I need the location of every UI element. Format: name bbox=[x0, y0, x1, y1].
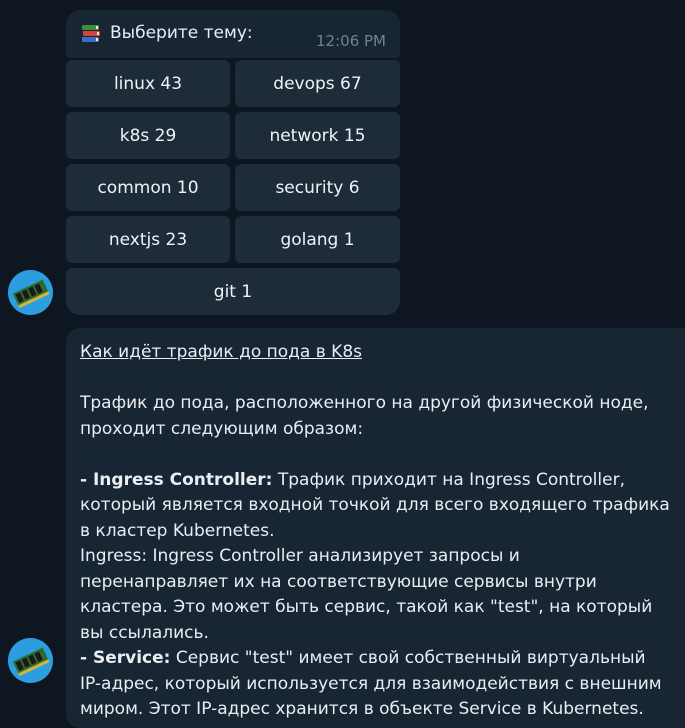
topic-button-golang[interactable]: golang 1 bbox=[235, 216, 400, 263]
topic-button-git[interactable]: git 1 bbox=[66, 268, 400, 315]
intro-paragraph: Трафик до пода, расположенного на другой… bbox=[80, 391, 670, 442]
message-heading-link[interactable]: Как идёт трафик до пода в K8s bbox=[80, 340, 670, 366]
topic-button-common[interactable]: common 10 bbox=[66, 164, 230, 211]
message-bubble-k8s-traffic: Как идёт трафик до пода в K8s Трафик до … bbox=[66, 328, 685, 728]
bot-avatar[interactable] bbox=[8, 638, 53, 683]
intro-line-1: Трафик до пода, расположенного на другой… bbox=[80, 393, 649, 413]
topic-button-nextjs[interactable]: nextjs 23 bbox=[66, 216, 230, 263]
message-bubble-topic-prompt: Выберите тему: 12:06 PM bbox=[66, 10, 400, 58]
intro-line-2: проходит следующим образом: bbox=[80, 418, 364, 439]
message-content: Как идёт трафик до пода в K8s Трафик до … bbox=[80, 340, 670, 723]
message-text-row: Выберите тему: bbox=[80, 22, 253, 44]
item-ingress-controller: - Ingress Controller: Трафик приходит на… bbox=[80, 468, 670, 545]
memory-chip-icon bbox=[8, 638, 53, 683]
topic-button-devops[interactable]: devops 67 bbox=[235, 60, 400, 107]
topic-button-k8s[interactable]: k8s 29 bbox=[66, 112, 230, 159]
books-icon bbox=[80, 22, 102, 44]
item-ingress-controller-label: - Ingress Controller: bbox=[80, 469, 273, 490]
topic-button-network[interactable]: network 15 bbox=[235, 112, 400, 159]
item-ingress: Ingress: Ingress Controller анализирует … bbox=[80, 546, 653, 643]
item-service: - Service: Сервис "test" имеет свой собс… bbox=[80, 646, 670, 723]
message-time: 12:06 PM bbox=[316, 32, 386, 50]
topic-button-linux[interactable]: linux 43 bbox=[66, 60, 230, 107]
topic-prompt-text: Выберите тему: bbox=[110, 23, 253, 43]
memory-chip-icon bbox=[8, 270, 53, 315]
bot-avatar[interactable] bbox=[8, 270, 53, 315]
item-service-label: - Service: bbox=[80, 648, 171, 668]
topic-button-security[interactable]: security 6 bbox=[235, 164, 400, 211]
